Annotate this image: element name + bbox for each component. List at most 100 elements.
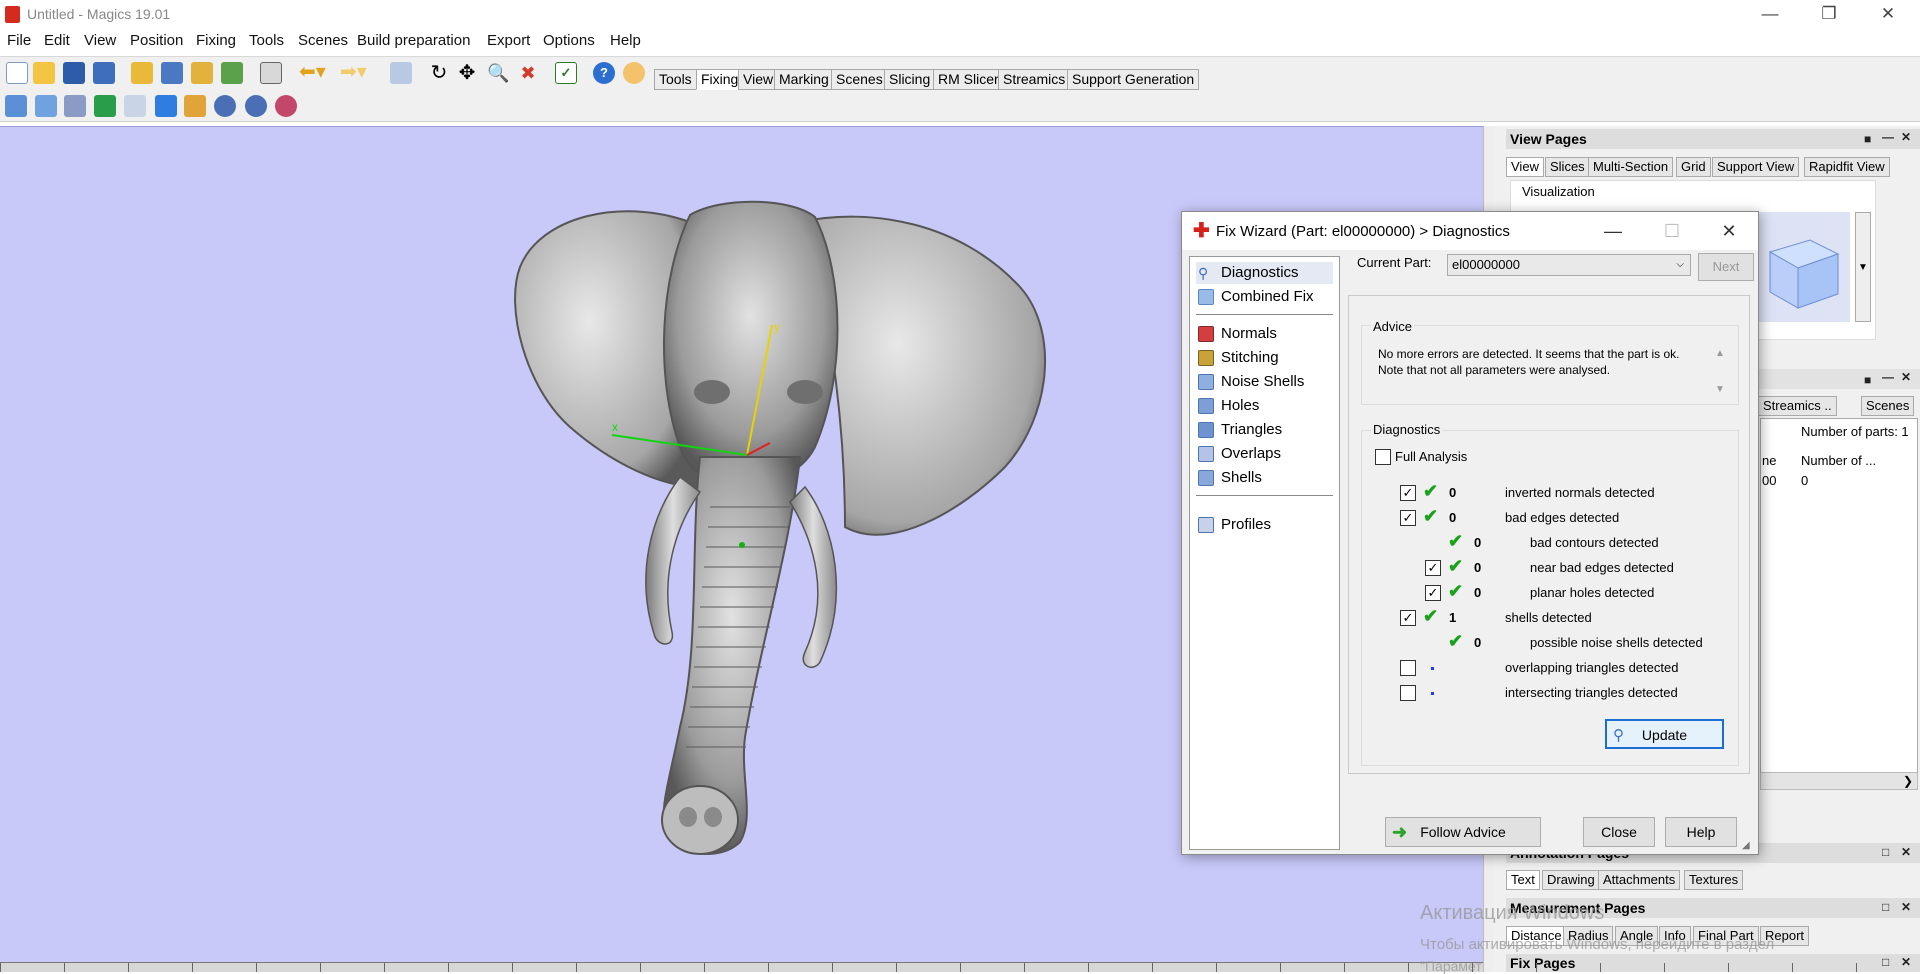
tab-drawing[interactable]: Drawing: [1542, 870, 1600, 890]
menu-fixing[interactable]: Fixing: [196, 32, 236, 49]
save-part-icon[interactable]: [161, 62, 183, 84]
overlapping-triangles-checkbox[interactable]: [1400, 660, 1416, 676]
pan-view-icon[interactable]: ✥: [456, 62, 478, 84]
undo-icon[interactable]: ⬅▾: [299, 62, 329, 85]
inverted-normals-checkbox[interactable]: ✓: [1400, 485, 1416, 501]
part-row-name[interactable]: 00: [1762, 473, 1776, 488]
nav-profiles[interactable]: Profiles: [1196, 514, 1271, 536]
part-list-col-number[interactable]: Number of ...: [1801, 453, 1876, 468]
current-part-select[interactable]: el00000000 ⌵: [1447, 254, 1691, 276]
restore-button[interactable]: ❐: [1806, 0, 1852, 30]
menu-position[interactable]: Position: [130, 32, 183, 49]
menu-view[interactable]: View: [84, 32, 116, 49]
new-file-icon[interactable]: [6, 62, 28, 84]
parts-close-icon[interactable]: ✕: [1901, 370, 1911, 384]
hole-fill-icon[interactable]: [184, 95, 206, 117]
nav-triangles[interactable]: Triangles: [1196, 419, 1282, 441]
select-part-icon[interactable]: [390, 62, 412, 84]
dialog-maximize-button[interactable]: ☐: [1652, 216, 1692, 246]
measurement-pages-restore-icon[interactable]: □: [1882, 900, 1889, 914]
view-pages-minimize-icon[interactable]: —: [1882, 130, 1894, 144]
tab-support-view[interactable]: Support View: [1712, 157, 1800, 177]
advice-scrollbar[interactable]: ▲ ▼: [1711, 345, 1729, 400]
follow-advice-button[interactable]: ➜ Follow Advice: [1385, 817, 1541, 847]
tab-view-pages-view[interactable]: View: [1506, 157, 1544, 177]
part-list-scrollbar[interactable]: ❯: [1760, 772, 1918, 790]
tab-attachments[interactable]: Attachments: [1598, 870, 1681, 890]
shells-icon[interactable]: [64, 95, 86, 117]
tab-textures[interactable]: Textures: [1684, 870, 1744, 890]
planar-holes-checkbox[interactable]: ✓: [1425, 585, 1441, 601]
triangle-icon[interactable]: [94, 95, 116, 117]
menu-export[interactable]: Export: [487, 32, 530, 49]
save-icon[interactable]: [63, 62, 85, 84]
view-pages-close-icon[interactable]: ✕: [1901, 130, 1911, 144]
menu-tools[interactable]: Tools: [249, 32, 284, 49]
full-analysis-checkbox[interactable]: [1375, 449, 1391, 465]
mark-icon[interactable]: [155, 95, 177, 117]
shells-checkbox[interactable]: ✓: [1400, 610, 1416, 626]
dialog-minimize-button[interactable]: —: [1593, 216, 1633, 246]
fix-wizard-toolbar-icon[interactable]: ✓: [555, 62, 577, 84]
dialog-close-button[interactable]: ✕: [1709, 216, 1749, 246]
tab-tools[interactable]: Tools: [654, 69, 697, 90]
dialog-title-bar[interactable]: ✚ Fix Wizard (Part: el00000000) > Diagno…: [1182, 212, 1758, 250]
menu-edit[interactable]: Edit: [44, 32, 70, 49]
intersecting-triangles-checkbox[interactable]: [1400, 685, 1416, 701]
resize-grip-icon[interactable]: ◢: [1742, 840, 1750, 851]
print-icon[interactable]: [260, 62, 282, 84]
measurement-pages-close-icon[interactable]: ✕: [1901, 900, 1911, 914]
menu-help[interactable]: Help: [610, 32, 641, 49]
view-cube-icon[interactable]: [1750, 212, 1850, 322]
menu-options[interactable]: Options: [543, 32, 595, 49]
next-button[interactable]: Next: [1698, 253, 1754, 281]
open-folder-icon[interactable]: [33, 62, 55, 84]
load-project-icon[interactable]: [191, 62, 213, 84]
assistant-icon[interactable]: [623, 62, 645, 84]
tab-multi-section[interactable]: Multi-Section: [1588, 157, 1674, 177]
tab-scenes[interactable]: Scenes: [1861, 396, 1915, 416]
nav-shells[interactable]: Shells: [1196, 467, 1262, 489]
rotate-view-icon[interactable]: ↻: [428, 62, 450, 84]
tab-slices[interactable]: Slices: [1545, 157, 1590, 177]
shell-wrap-icon[interactable]: [245, 95, 267, 117]
redo-icon[interactable]: ➡▾: [340, 62, 372, 85]
delete-triangle-icon[interactable]: [124, 95, 146, 117]
nav-overlaps[interactable]: Overlaps: [1196, 443, 1281, 465]
nav-normals[interactable]: Normals: [1196, 323, 1277, 345]
nav-stitching[interactable]: Stitching: [1196, 347, 1279, 369]
fix-pages-restore-icon[interactable]: □: [1882, 955, 1889, 969]
close-window-button[interactable]: ✕: [1865, 0, 1911, 30]
part-list[interactable]: [1760, 418, 1918, 774]
view-pages-pin-icon[interactable]: ■: [1864, 132, 1871, 146]
zoom-off-icon[interactable]: ✖: [517, 62, 539, 84]
close-button[interactable]: Close: [1583, 817, 1655, 847]
part-list-col-name[interactable]: ne: [1762, 453, 1776, 468]
fix-pages-close-icon[interactable]: ✕: [1901, 955, 1911, 969]
tab-fixing[interactable]: Fixing: [696, 69, 744, 90]
tab-scenes[interactable]: Scenes: [831, 69, 888, 90]
minimize-button[interactable]: —: [1747, 0, 1793, 30]
menu-file[interactable]: File: [7, 32, 31, 49]
annotation-pages-close-icon[interactable]: ✕: [1901, 845, 1911, 859]
tab-view[interactable]: View: [738, 69, 779, 90]
tab-rm-slicer[interactable]: RM Slicer: [933, 69, 1004, 90]
bad-edges-checkbox[interactable]: ✓: [1400, 510, 1416, 526]
parts-minimize-icon[interactable]: —: [1882, 370, 1894, 384]
fix-wizard-icon[interactable]: [5, 95, 27, 117]
nav-holes[interactable]: Holes: [1196, 395, 1259, 417]
help-button[interactable]: Help: [1665, 817, 1737, 847]
view-dropdown-arrow[interactable]: ▼: [1855, 212, 1871, 322]
update-button[interactable]: ⚲ Update: [1605, 719, 1724, 749]
menu-build-preparation[interactable]: Build preparation: [357, 32, 470, 49]
wrap-icon[interactable]: [214, 95, 236, 117]
tab-streamics[interactable]: Streamics ..: [1758, 396, 1837, 416]
tab-rapidfit-view[interactable]: Rapidfit View: [1804, 157, 1890, 177]
tab-slicing[interactable]: Slicing: [884, 69, 936, 90]
near-bad-edges-checkbox[interactable]: ✓: [1425, 560, 1441, 576]
tab-text[interactable]: Text: [1506, 870, 1540, 890]
unload-part-icon[interactable]: [221, 62, 243, 84]
help-icon[interactable]: ?: [593, 62, 615, 84]
import-part-icon[interactable]: [131, 62, 153, 84]
part-row-number[interactable]: 0: [1801, 473, 1808, 488]
